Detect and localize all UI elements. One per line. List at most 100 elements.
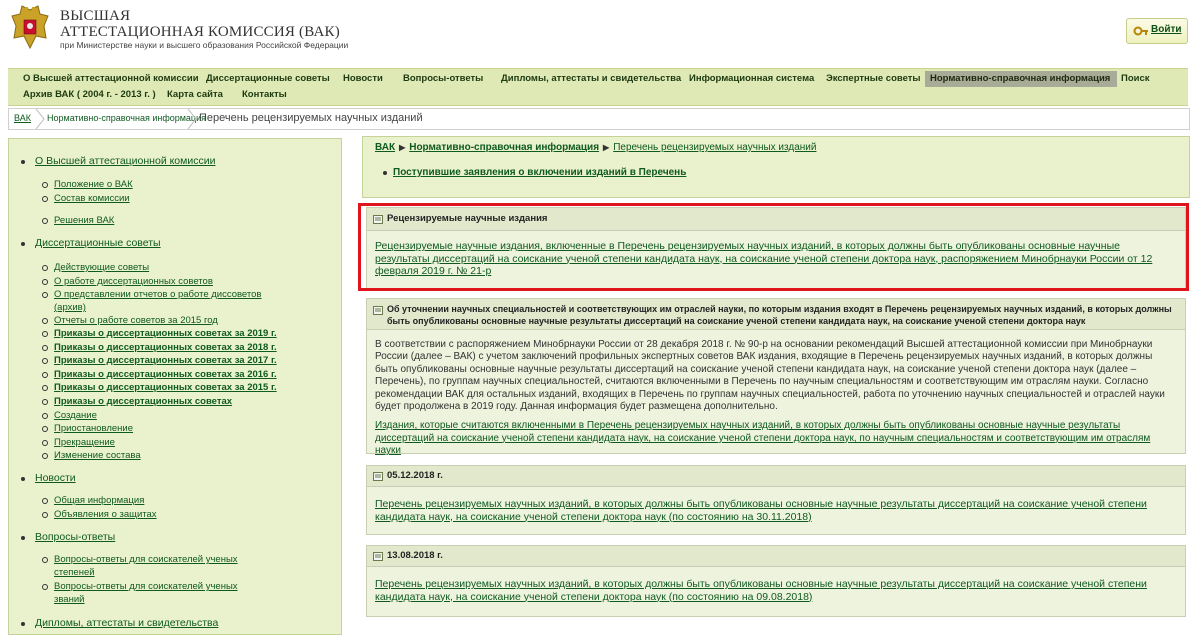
- nav-item-info-system[interactable]: Информационная система: [684, 71, 819, 87]
- sidebar-item[interactable]: Действующие советы: [54, 262, 149, 273]
- bullet: [42, 318, 48, 324]
- sidebar-item[interactable]: Приказы о диссертационных советах: [54, 396, 232, 407]
- bullet: [42, 426, 48, 432]
- news-box-2018-12-05: 05.12.2018 г. Перечень рецензируемых нау…: [366, 465, 1186, 535]
- breadcrumb-section[interactable]: Нормативно-справочная информация: [47, 113, 206, 123]
- breadcrumb-root[interactable]: ВАК: [14, 113, 31, 123]
- org-title-line2: АТТЕСТАЦИОННАЯ КОМИССИЯ (ВАК): [60, 24, 340, 40]
- main-breadcrumb-panel: ВАК ▶ Нормативно-справочная информация ▶ Пер…: [362, 136, 1190, 198]
- triangle-right-icon: ▶: [603, 143, 610, 152]
- sidebar-item[interactable]: Положение о ВАК: [54, 179, 133, 190]
- bullet: [21, 536, 25, 540]
- sidebar-item[interactable]: Приказы о диссертационных советах за 201…: [54, 382, 277, 393]
- triangle-right-icon: ▶: [399, 143, 406, 152]
- box-link[interactable]: Перечень рецензируемых научных изданий, …: [375, 498, 1147, 523]
- main-breadcrumb-section[interactable]: Нормативно-справочная информация: [409, 142, 599, 153]
- login-button[interactable]: Войти: [1126, 18, 1188, 44]
- sidebar-item[interactable]: степеней: [54, 567, 95, 578]
- nav-item-news[interactable]: Новости: [338, 71, 388, 87]
- site-header: ВЫСШАЯ АТТЕСТАЦИОННАЯ КОМИССИЯ (ВАК) при…: [0, 0, 1200, 66]
- sidebar-item[interactable]: Объявления о защитах: [54, 509, 157, 520]
- nav-item-sitemap[interactable]: Карта сайта: [162, 87, 228, 103]
- sidebar-item[interactable]: Приказы о диссертационных советах за 201…: [54, 369, 277, 380]
- box-header: 05.12.2018 г.: [367, 466, 1185, 487]
- nav-item-about[interactable]: О Высшей аттестационной комиссии: [18, 71, 204, 87]
- sidebar-item[interactable]: Прекращение: [54, 437, 115, 448]
- sidebar-item[interactable]: Создание: [54, 410, 97, 421]
- sidebar-section-faq[interactable]: Вопросы-ответы: [35, 531, 115, 543]
- sidebar-item[interactable]: Приостановление: [54, 423, 133, 434]
- left-sidebar: О Высшей аттестационной комиссии Положен…: [8, 138, 342, 635]
- sidebar-item[interactable]: О представлении отчетов о работе диссове…: [54, 289, 261, 300]
- box-title: Об уточнении научных специальностей и со…: [387, 304, 1172, 326]
- bullet: [21, 477, 25, 481]
- bullet: [42, 279, 48, 285]
- document-icon: [373, 215, 383, 224]
- bullet: [42, 498, 48, 504]
- box-link[interactable]: Издания, которые считаются включенными в…: [375, 420, 1150, 456]
- bullet: [42, 557, 48, 563]
- bullet: [42, 331, 48, 337]
- nav-item-expert-councils[interactable]: Экспертные советы: [821, 71, 926, 87]
- box-title: 05.12.2018 г.: [387, 470, 443, 481]
- main-breadcrumb: ВАК ▶ Нормативно-справочная информация ▶ Пер…: [375, 142, 816, 153]
- nav-item-search[interactable]: Поиск: [1116, 71, 1155, 87]
- bullet: [21, 622, 25, 626]
- org-title-line1: ВЫСШАЯ: [60, 8, 131, 24]
- sidebar-item[interactable]: О работе диссертационных советов: [54, 276, 213, 287]
- bullet: [42, 182, 48, 188]
- nav-item-regulatory-info[interactable]: Нормативно-справочная информация: [925, 71, 1117, 87]
- main-breadcrumb-root[interactable]: ВАК: [375, 142, 395, 153]
- sidebar-section-councils[interactable]: Диссертационные советы: [35, 237, 161, 249]
- sidebar-section-news[interactable]: Новости: [35, 472, 76, 484]
- sidebar-item[interactable]: Вопросы-ответы для соискателей ученых: [54, 581, 238, 592]
- box-title: Рецензируемые научные издания: [387, 213, 548, 224]
- bullet: [21, 160, 25, 164]
- nav-item-diplomas[interactable]: Дипломы, аттестаты и свидетельства: [496, 71, 686, 87]
- nav-item-archive[interactable]: Архив ВАК ( 2004 г. - 2013 г. ): [18, 87, 161, 103]
- box-header: Об уточнении научных специальностей и со…: [367, 299, 1185, 330]
- sidebar-section-about[interactable]: О Высшей аттестационной комиссии: [35, 155, 215, 167]
- bullet: [42, 265, 48, 271]
- document-icon: [373, 472, 383, 481]
- news-box-2018-08-13: 13.08.2018 г. Перечень рецензируемых нау…: [366, 545, 1186, 617]
- box-title: 13.08.2018 г.: [387, 550, 443, 561]
- bullet: [42, 292, 48, 298]
- main-breadcrumb-current[interactable]: Перечень рецензируемых научных изданий: [613, 142, 816, 153]
- box-header: Рецензируемые научные издания: [367, 208, 1185, 231]
- sidebar-item[interactable]: Решения ВАК: [54, 215, 114, 226]
- nav-item-councils[interactable]: Диссертационные советы: [201, 71, 335, 87]
- sidebar-item[interactable]: Вопросы-ответы для соискателей ученых: [54, 554, 238, 565]
- nav-item-contacts[interactable]: Контакты: [237, 87, 292, 103]
- sidebar-item[interactable]: (архив): [54, 302, 86, 313]
- news-box-specialties: Об уточнении научных специальностей и со…: [366, 298, 1186, 456]
- bullet: [42, 196, 48, 202]
- sidebar-section-diplomas[interactable]: Дипломы, аттестаты и свидетельства: [35, 617, 218, 629]
- breadcrumb-current: Перечень рецензируемых научных изданий: [199, 112, 423, 124]
- breadcrumb-separator-icon: [35, 109, 45, 129]
- sidebar-item[interactable]: Общая информация: [54, 495, 144, 506]
- sidebar-item[interactable]: Изменение состава: [54, 450, 141, 461]
- document-icon: [373, 306, 383, 315]
- breadcrumb: ВАК Нормативно-справочная информация Пер…: [8, 108, 1190, 130]
- sidebar-item[interactable]: Приказы о диссертационных советах за 201…: [54, 355, 277, 366]
- box-link[interactable]: Рецензируемые научные издания, включенны…: [375, 240, 1152, 277]
- nav-item-faq[interactable]: Вопросы-ответы: [398, 71, 488, 87]
- sidebar-item[interactable]: званий: [54, 594, 84, 605]
- bullet: [42, 413, 48, 419]
- sidebar-item[interactable]: Состав комиссии: [54, 193, 130, 204]
- sidebar-item[interactable]: Приказы о диссертационных советах за 201…: [54, 342, 277, 353]
- sidebar-item[interactable]: Отчеты о работе советов за 2015 год: [54, 315, 218, 326]
- bullet: [42, 512, 48, 518]
- breadcrumb-separator-icon: [187, 109, 197, 129]
- bullet: [42, 385, 48, 391]
- bullet: [42, 345, 48, 351]
- login-label: Войти: [1151, 24, 1182, 35]
- box-link[interactable]: Перечень рецензируемых научных изданий, …: [375, 578, 1147, 603]
- box-text: В соответствии с распоряжением Минобрнау…: [375, 339, 1165, 413]
- bullet: [42, 399, 48, 405]
- org-subtitle: при Министерстве науки и высшего образов…: [60, 40, 349, 50]
- sidebar-item[interactable]: Приказы о диссертационных советах за 201…: [54, 328, 277, 339]
- claims-link[interactable]: Поступившие заявления о включении издани…: [393, 167, 686, 178]
- bullet: [42, 218, 48, 224]
